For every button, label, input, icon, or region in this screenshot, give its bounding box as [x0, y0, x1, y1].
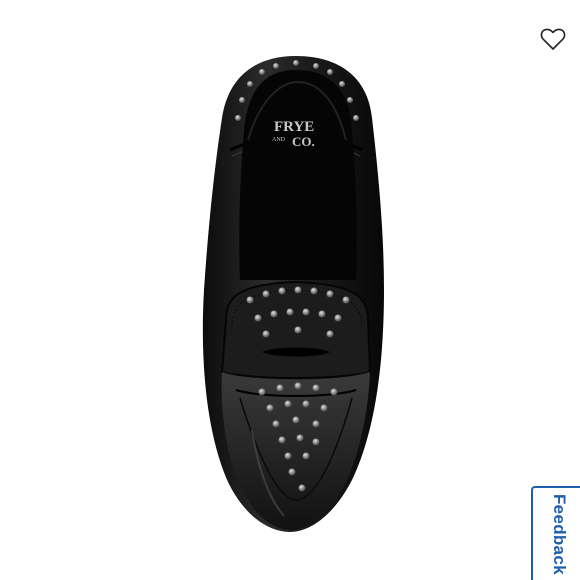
brand-mark-top: FRYE: [274, 119, 314, 135]
shoe-insole: [239, 70, 357, 280]
feedback-tab[interactable]: Feedback: [531, 486, 580, 580]
product-image: FRYE AND CO.: [202, 56, 384, 532]
product-image-viewer: FRYE AND CO. Feedback: [0, 0, 580, 580]
brand-mark-bottom: CO.: [292, 134, 315, 149]
wishlist-button[interactable]: [536, 22, 570, 56]
feedback-label: Feedback: [550, 494, 569, 575]
brand-mark-mid: AND: [272, 137, 286, 143]
heart-outline-icon: [540, 28, 566, 50]
